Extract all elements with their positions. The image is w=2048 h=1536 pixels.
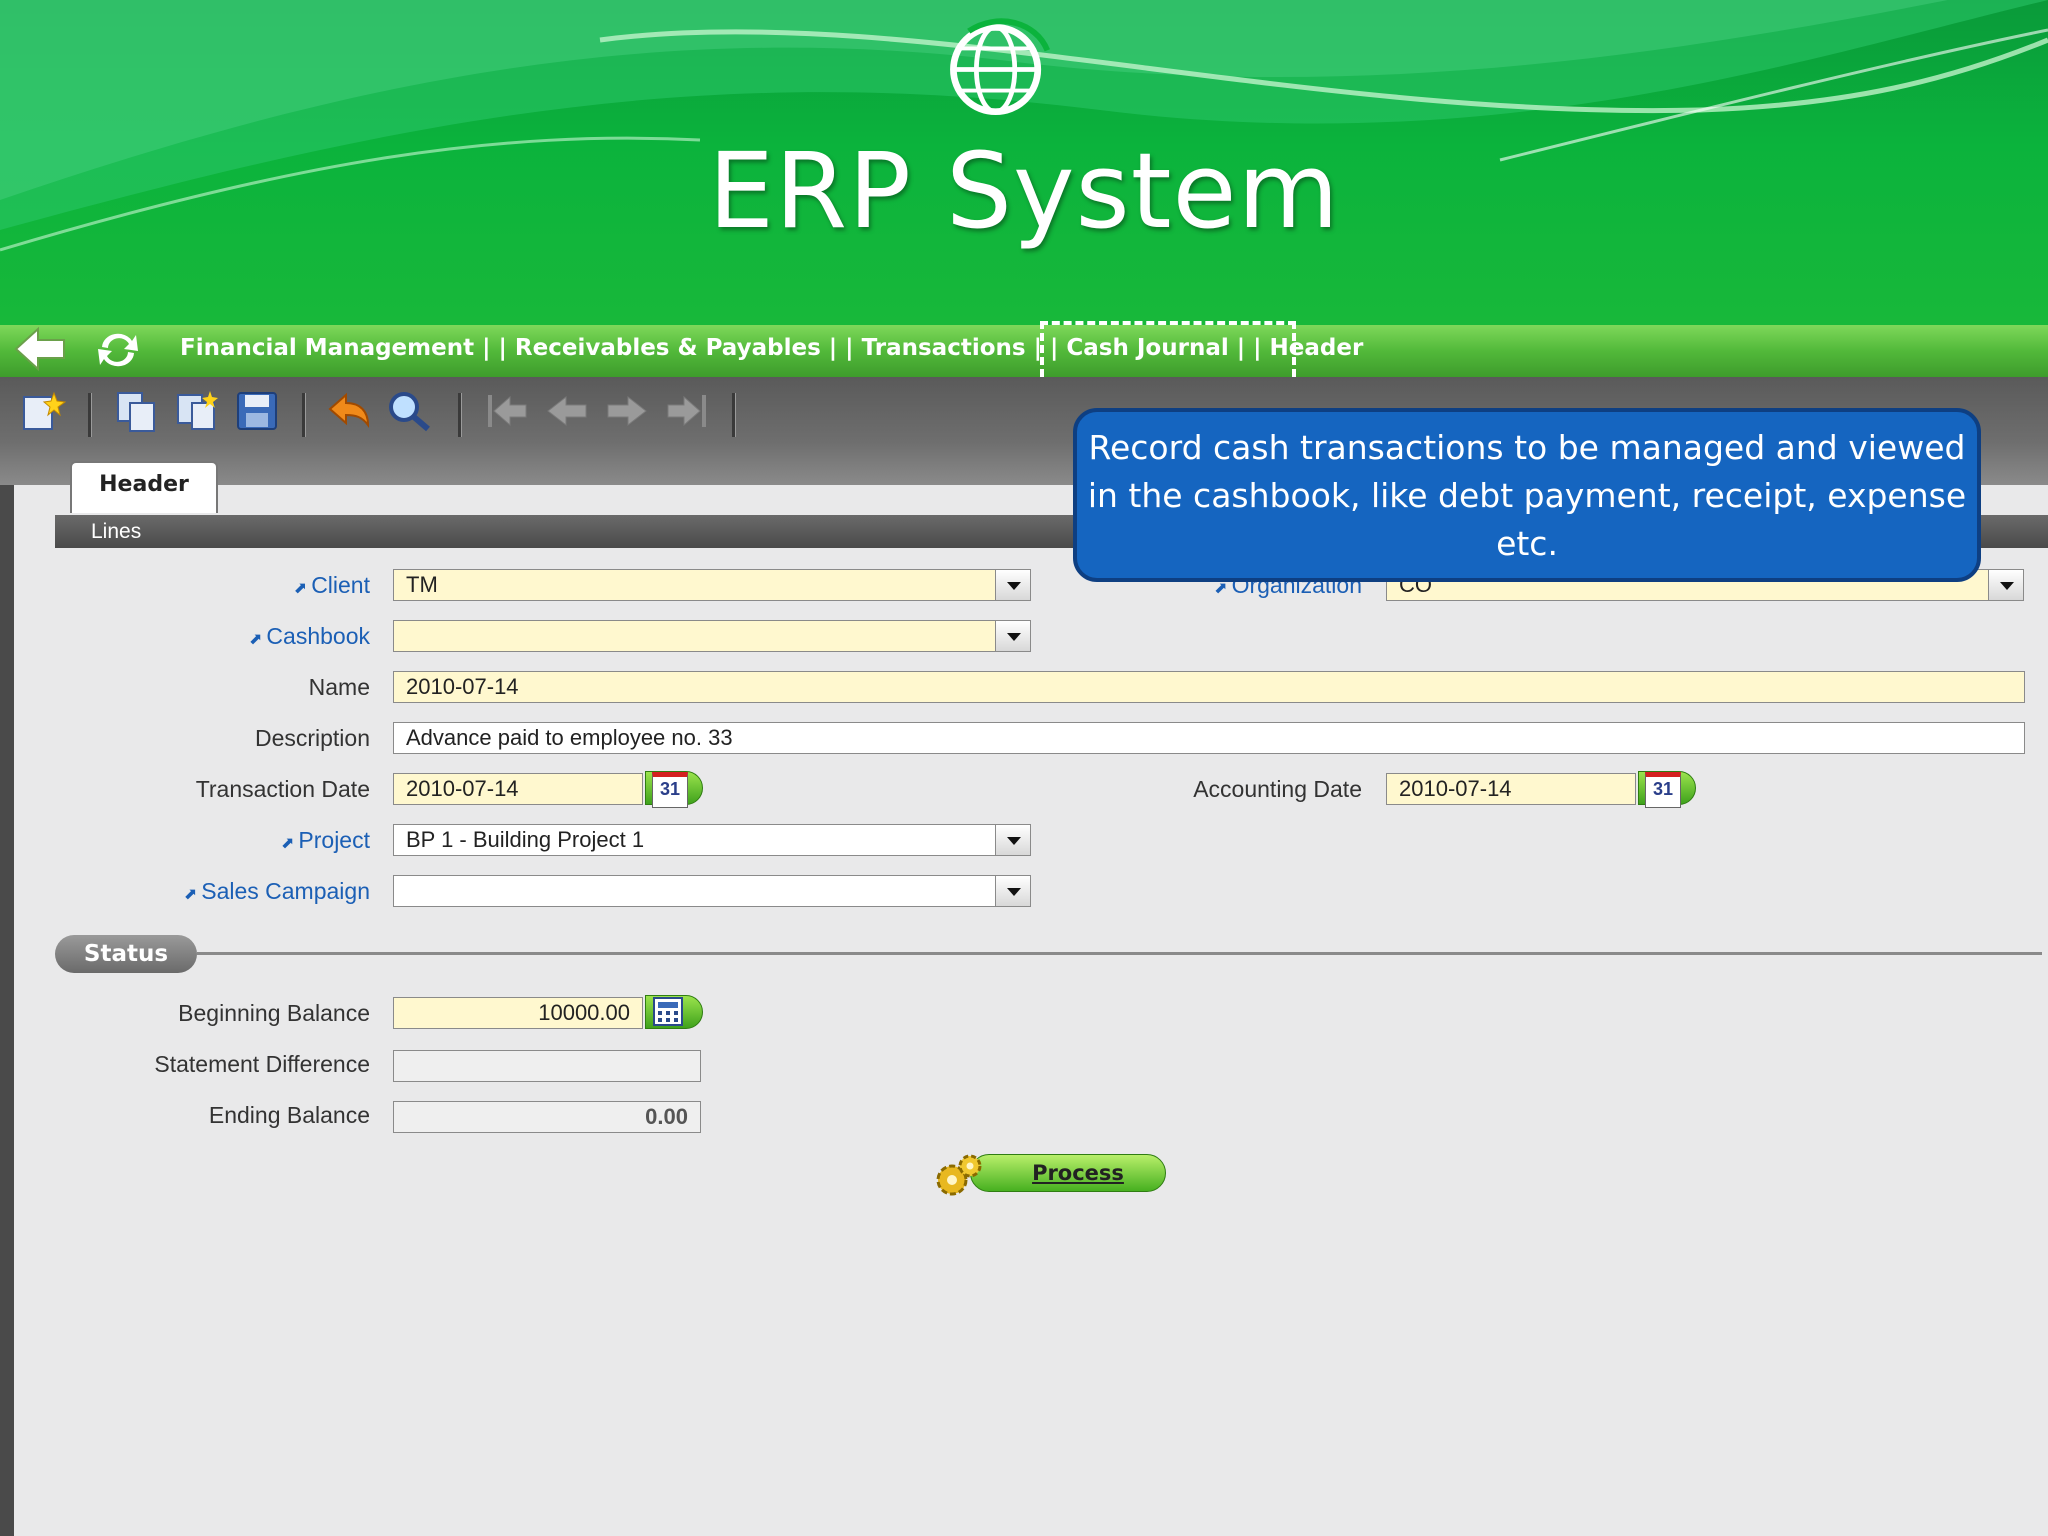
refresh-icon[interactable] bbox=[92, 327, 144, 373]
project-field[interactable]: BP 1 - Building Project 1 bbox=[393, 824, 1031, 856]
statement-difference-field bbox=[393, 1050, 701, 1082]
process-button[interactable]: Process bbox=[930, 1150, 1168, 1198]
process-button-label: Process bbox=[970, 1154, 1166, 1192]
new-record-icon[interactable] bbox=[20, 389, 66, 433]
dropdown-arrow-icon[interactable] bbox=[995, 621, 1030, 651]
globe-logo-icon bbox=[950, 18, 1051, 116]
toolbar-separator bbox=[458, 393, 462, 437]
accounting-date-label: Accounting Date bbox=[1193, 776, 1362, 802]
paste-record-icon[interactable] bbox=[174, 389, 220, 433]
client-label[interactable]: ⬈ Client bbox=[70, 572, 370, 599]
calendar-button[interactable]: 31 bbox=[645, 771, 703, 808]
beginning-balance-label: Beginning Balance bbox=[178, 1000, 370, 1026]
description-field[interactable]: Advance paid to employee no. 33 bbox=[393, 722, 2025, 754]
back-arrow-icon[interactable] bbox=[12, 325, 68, 373]
name-field[interactable]: 2010-07-14 bbox=[393, 671, 2025, 703]
previous-record-icon[interactable] bbox=[544, 389, 590, 433]
sales-campaign-label[interactable]: ⬈ Sales Campaign bbox=[70, 878, 370, 905]
zoom-link-icon: ⬈ bbox=[293, 580, 308, 597]
dropdown-arrow-icon[interactable] bbox=[995, 570, 1030, 600]
dropdown-arrow-icon[interactable] bbox=[995, 876, 1030, 906]
calendar-button[interactable]: 31 bbox=[1638, 771, 1696, 808]
dropdown-arrow-icon[interactable] bbox=[1988, 570, 2023, 600]
accounting-date-field[interactable]: 2010-07-14 bbox=[1386, 773, 1636, 805]
transaction-date-label: Transaction Date bbox=[195, 776, 370, 802]
calculator-button[interactable] bbox=[645, 995, 703, 1029]
cashbook-label[interactable]: ⬈ Cashbook bbox=[70, 623, 370, 650]
toolbar-separator bbox=[732, 393, 736, 437]
annotation-callout: Record cash transactions to be managed a… bbox=[1073, 408, 1981, 582]
banner: ERP System bbox=[0, 0, 2048, 325]
save-icon[interactable] bbox=[234, 389, 280, 433]
navigation-bar: Financial Management | | Receivables & P… bbox=[0, 325, 2048, 377]
calendar-icon: 31 bbox=[1645, 772, 1681, 808]
client-field[interactable]: TM bbox=[393, 569, 1031, 601]
copy-record-icon[interactable] bbox=[114, 389, 160, 433]
undo-icon[interactable] bbox=[326, 389, 372, 433]
zoom-link-icon: ⬈ bbox=[281, 835, 295, 852]
toolbar-separator bbox=[88, 393, 92, 437]
status-divider bbox=[197, 952, 2042, 955]
sales-campaign-field[interactable] bbox=[393, 875, 1031, 907]
toolbar-separator bbox=[302, 393, 306, 437]
zoom-link-icon: ⬈ bbox=[183, 886, 198, 903]
last-record-icon[interactable] bbox=[664, 389, 710, 433]
left-border bbox=[0, 485, 14, 1536]
next-record-icon[interactable] bbox=[604, 389, 650, 433]
status-section-toggle[interactable]: Status bbox=[55, 935, 197, 973]
calendar-icon: 31 bbox=[652, 772, 688, 808]
gears-icon bbox=[936, 1154, 982, 1196]
zoom-link-icon: ⬈ bbox=[1214, 580, 1228, 597]
app-title: ERP System bbox=[708, 130, 1340, 252]
statement-difference-label: Statement Difference bbox=[154, 1051, 370, 1077]
calculator-icon bbox=[653, 997, 683, 1026]
description-label: Description bbox=[254, 725, 370, 751]
cashbook-field[interactable] bbox=[393, 620, 1031, 652]
transaction-date-field[interactable]: 2010-07-14 bbox=[393, 773, 643, 805]
ending-balance-label: Ending Balance bbox=[208, 1102, 370, 1128]
zoom-link-icon: ⬈ bbox=[249, 631, 263, 648]
search-icon[interactable] bbox=[386, 389, 432, 433]
tab-header[interactable]: Header bbox=[70, 461, 218, 513]
beginning-balance-field[interactable]: 10000.00 bbox=[393, 997, 643, 1029]
name-label: Name bbox=[308, 674, 370, 700]
ending-balance-field: 0.00 bbox=[393, 1101, 701, 1133]
first-record-icon[interactable] bbox=[484, 389, 530, 433]
dropdown-arrow-icon[interactable] bbox=[995, 825, 1030, 855]
project-label[interactable]: ⬈ Project bbox=[70, 827, 370, 854]
